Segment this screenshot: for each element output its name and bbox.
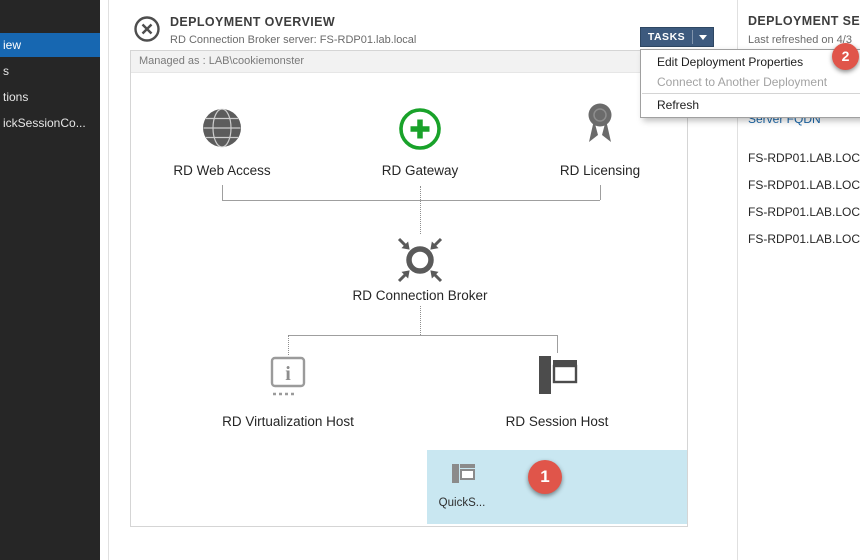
deployment-servers-title: DEPLOYMENT SERVERS bbox=[748, 14, 860, 28]
connector-line bbox=[222, 185, 223, 200]
node-label-rd-virtualization-host: RD Virtualization Host bbox=[198, 414, 378, 429]
connector-dotted-line bbox=[420, 306, 421, 335]
deployment-overview-icon bbox=[133, 15, 161, 43]
annotation-step-2-badge: 2 bbox=[832, 43, 859, 70]
virtualization-host-info-icon[interactable]: i bbox=[264, 355, 312, 406]
sidebar: iew s tions ickSessionCo... bbox=[0, 0, 100, 560]
connector-line bbox=[222, 200, 600, 201]
connector-line bbox=[288, 335, 557, 336]
connection-broker-icon[interactable] bbox=[394, 234, 446, 291]
menu-item-edit-deployment-properties[interactable]: Edit Deployment Properties bbox=[641, 52, 860, 72]
globe-icon[interactable] bbox=[198, 105, 246, 158]
node-label-rd-licensing: RD Licensing bbox=[530, 163, 670, 178]
collection-server-icon[interactable] bbox=[449, 459, 479, 494]
menu-separator bbox=[642, 93, 860, 94]
server-row[interactable]: FS-RDP01.LAB.LOCAL bbox=[740, 199, 860, 226]
sidebar-item-servers[interactable]: s bbox=[0, 60, 100, 82]
tasks-button-label: TASKS bbox=[641, 31, 692, 43]
server-row[interactable]: FS-RDP01.LAB.LOCAL bbox=[740, 145, 860, 172]
menu-item-refresh[interactable]: Refresh bbox=[641, 95, 860, 115]
sidebar-item-quick-session-collection[interactable]: ickSessionCo... bbox=[0, 112, 100, 134]
menu-item-connect-to-another-deployment: Connect to Another Deployment bbox=[641, 72, 860, 92]
licensing-ribbon-icon[interactable] bbox=[576, 98, 624, 151]
annotation-step-1-badge: 1 bbox=[528, 460, 562, 494]
chevron-down-icon bbox=[699, 35, 707, 40]
server-row[interactable]: FS-RDP01.LAB.LOCAL bbox=[740, 172, 860, 199]
app-window: iew s tions ickSessionCo... DEPLOYMENT O… bbox=[0, 0, 860, 560]
node-label-rd-session-host: RD Session Host bbox=[477, 414, 637, 429]
sidebar-item-collections[interactable]: tions bbox=[0, 86, 100, 108]
node-label-rd-gateway: RD Gateway bbox=[350, 163, 490, 178]
collection-name-label: QuickS... bbox=[430, 497, 494, 509]
server-row[interactable]: FS-RDP01.LAB.LOCAL bbox=[740, 226, 860, 253]
connector-line bbox=[557, 335, 558, 353]
tasks-menu: Edit Deployment Properties Connect to An… bbox=[640, 49, 860, 118]
node-label-rd-web-access: RD Web Access bbox=[152, 163, 292, 178]
connector-dotted-line bbox=[288, 335, 289, 355]
page-subtitle: RD Connection Broker server: FS-RDP01.la… bbox=[170, 34, 416, 46]
add-gateway-plus-icon[interactable] bbox=[396, 105, 444, 158]
tasks-button[interactable]: TASKS bbox=[640, 27, 714, 47]
sidebar-divider bbox=[108, 0, 109, 560]
tasks-button-separator bbox=[692, 30, 693, 44]
sidebar-item-overview[interactable]: iew bbox=[0, 33, 100, 57]
svg-text:i: i bbox=[285, 363, 291, 385]
connector-dotted-line bbox=[420, 186, 421, 234]
last-refreshed-text: Last refreshed on 4/3 bbox=[748, 34, 852, 46]
node-label-rd-connection-broker: RD Connection Broker bbox=[340, 288, 500, 303]
connector-line bbox=[600, 185, 601, 200]
managed-as-bar: Managed as : LAB\cookiemonster bbox=[131, 51, 687, 73]
session-host-server-icon[interactable] bbox=[533, 352, 581, 405]
page-title: DEPLOYMENT OVERVIEW bbox=[170, 15, 335, 29]
